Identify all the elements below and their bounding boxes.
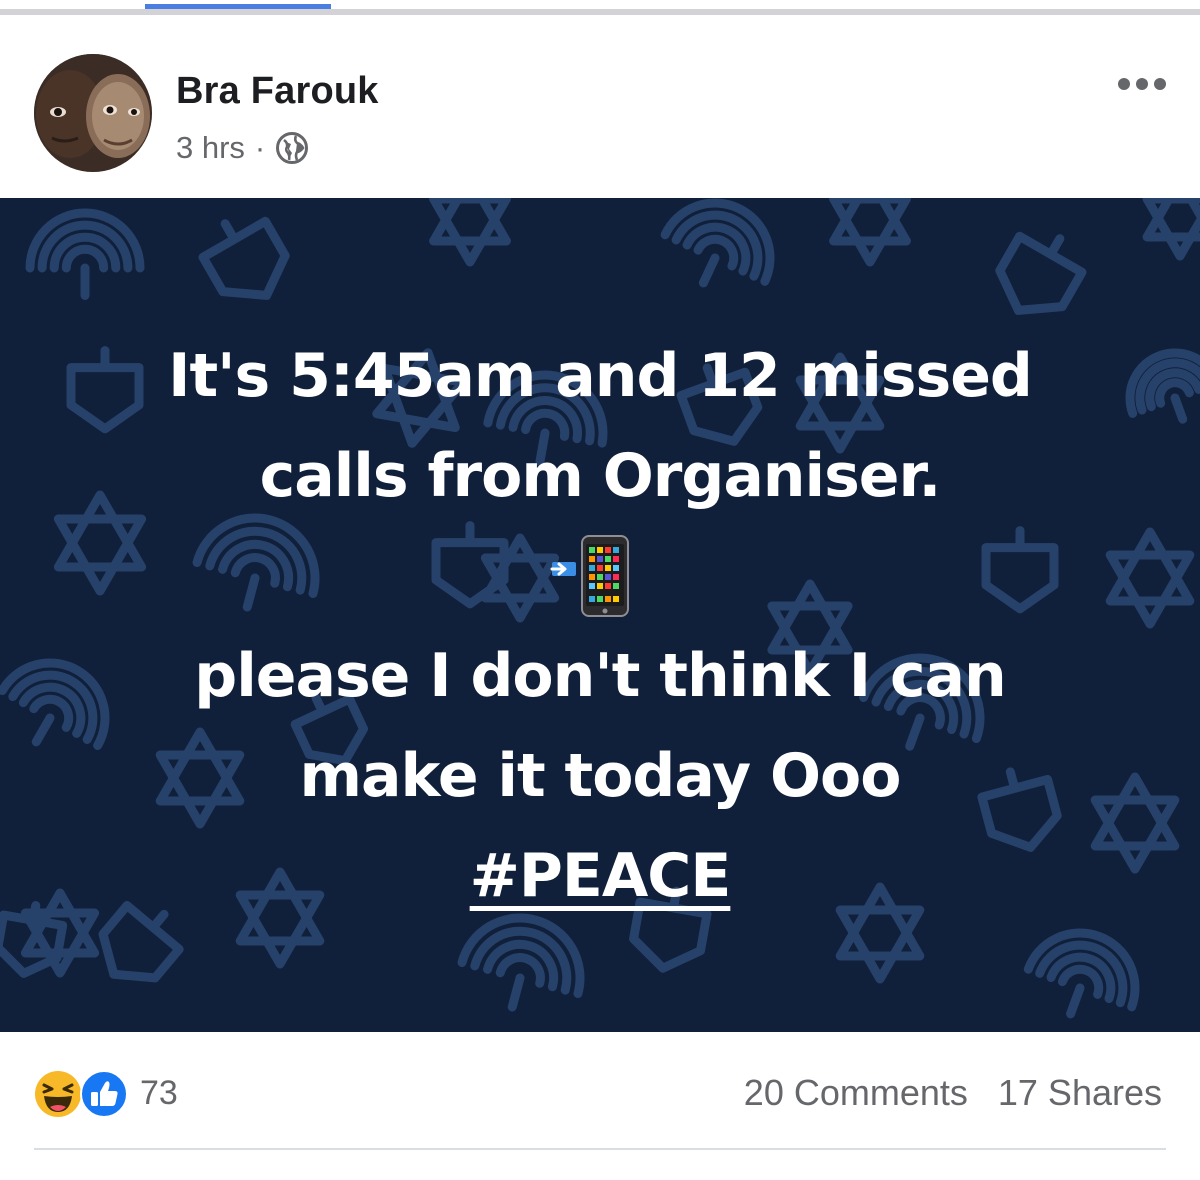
mobile-phone-with-arrow-icon <box>550 535 629 617</box>
post-meta: 3 hrs · <box>176 128 309 168</box>
hashtag-line: #PEACE <box>40 826 1160 926</box>
star-of-david-icon <box>1142 198 1200 261</box>
star-of-david-icon <box>429 198 511 267</box>
reactions-summary[interactable]: 73 <box>34 1068 178 1118</box>
facebook-post-page: Bra Farouk 3 hrs · It's 5:45am and 12 mi… <box>0 0 1200 1180</box>
post-text-line-2: calls from Organiser. <box>259 441 942 511</box>
menorah-icon <box>660 198 775 288</box>
more-options-button[interactable] <box>1112 64 1172 104</box>
post-text-line-3: please I don't think I can <box>194 641 1006 711</box>
phone-arrow-emoji <box>40 526 1160 626</box>
menorah-icon <box>1023 928 1140 1019</box>
menorah-icon <box>25 208 145 300</box>
meta-separator: · <box>254 130 266 165</box>
haha-icon <box>35 1071 81 1117</box>
post-text-block: It's 5:45am and 12 missed calls from Org… <box>40 326 1160 926</box>
top-tab-bar <box>0 0 1200 20</box>
comments-count-link[interactable]: 20 Comments <box>744 1072 968 1114</box>
post-text-line-4: make it today Ooo <box>299 741 902 811</box>
dreidel-icon <box>198 216 290 300</box>
star-of-david-icon <box>829 198 911 267</box>
more-dots-icon <box>1118 78 1166 90</box>
globe-icon[interactable] <box>275 131 309 165</box>
reaction-icons <box>34 1068 132 1118</box>
like-icon <box>80 1070 128 1118</box>
post-text-line-1: It's 5:45am and 12 missed <box>168 341 1033 411</box>
post-image[interactable]: It's 5:45am and 12 missed calls from Org… <box>0 198 1200 1032</box>
footer-divider <box>34 1148 1166 1150</box>
shares-count-link[interactable]: 17 Shares <box>998 1072 1162 1114</box>
dreidel-icon <box>995 231 1087 315</box>
avatar[interactable] <box>34 54 152 172</box>
author-name[interactable]: Bra Farouk <box>176 70 379 113</box>
active-tab-indicator <box>145 4 331 9</box>
hashtag-link[interactable]: #PEACE <box>470 841 732 911</box>
engagement-counts: 20 Comments 17 Shares <box>744 1068 1162 1118</box>
post-time[interactable]: 3 hrs <box>176 130 245 166</box>
reaction-count[interactable]: 73 <box>140 1074 178 1113</box>
avatar-photo <box>34 54 152 172</box>
tab-bar-divider <box>0 9 1200 15</box>
